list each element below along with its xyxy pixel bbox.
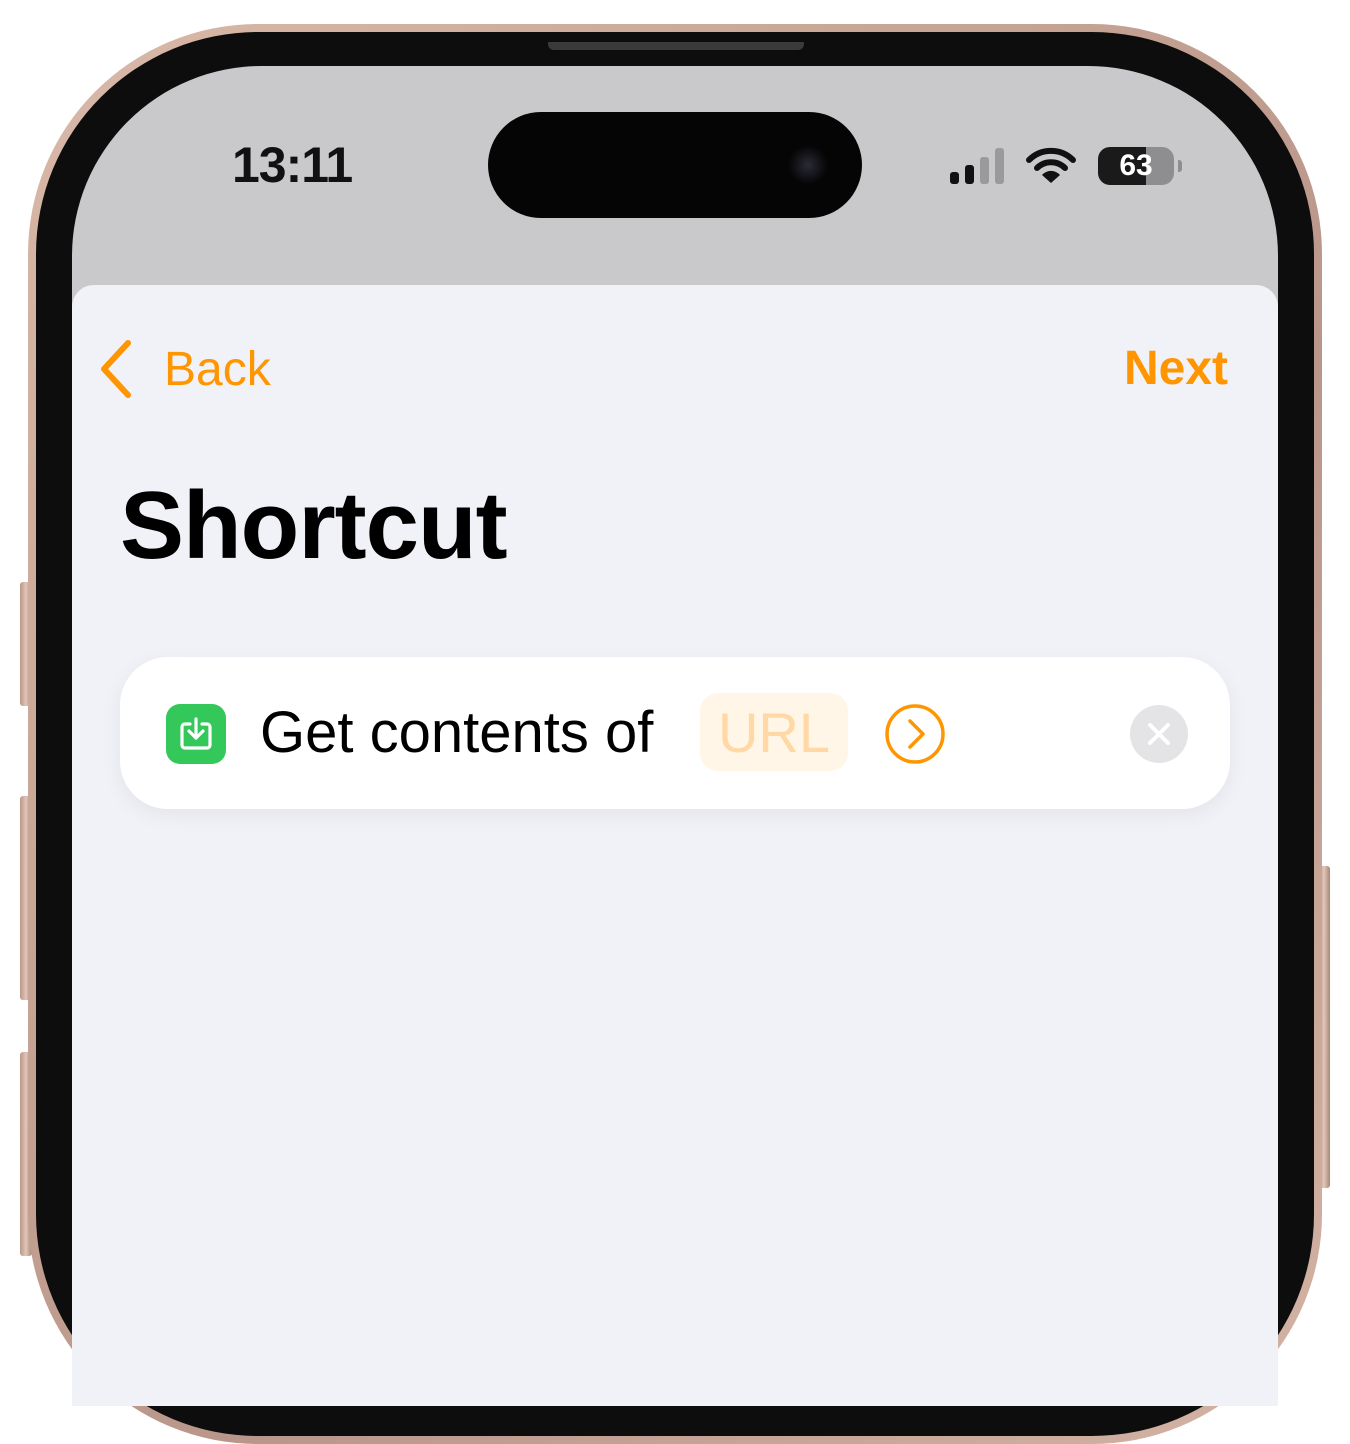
wifi-icon <box>1026 147 1076 183</box>
close-icon <box>1148 723 1170 745</box>
dynamic-island <box>488 112 862 218</box>
cellular-signal-icon <box>950 148 1004 184</box>
speaker-strip <box>548 42 804 50</box>
action-card[interactable]: Get contents of URL <box>120 657 1230 809</box>
battery-tip <box>1178 160 1182 172</box>
camera-icon <box>788 145 828 185</box>
status-time: 13:11 <box>232 137 353 193</box>
battery-icon: 63 <box>1098 147 1182 185</box>
page-title: Shortcut <box>120 472 508 579</box>
remove-action-button[interactable] <box>1130 705 1188 763</box>
download-tray-icon <box>166 704 226 764</box>
expand-chevron-icon[interactable] <box>884 703 946 765</box>
shortcut-sheet: Back Next Shortcut Get contents of URL <box>72 285 1278 1406</box>
back-button[interactable]: Back <box>98 339 271 399</box>
next-button[interactable]: Next <box>1124 341 1228 396</box>
back-label: Back <box>164 342 271 396</box>
phone-screen: 13:11 63 Back Next Shortcut Get contents… <box>72 66 1278 1406</box>
battery-level: 63 <box>1119 149 1153 182</box>
chevron-left-icon <box>101 340 131 398</box>
url-parameter-token[interactable]: URL <box>700 693 848 771</box>
action-label: Get contents of <box>260 700 654 765</box>
status-icons: 63 <box>950 146 1182 186</box>
